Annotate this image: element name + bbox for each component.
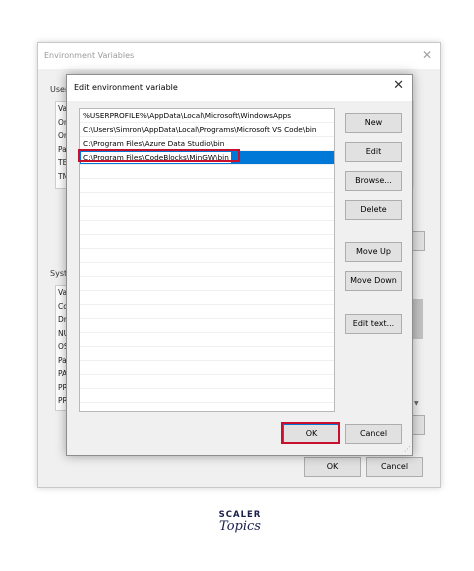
empty-row[interactable] bbox=[80, 403, 334, 417]
empty-row[interactable] bbox=[80, 221, 334, 235]
empty-row[interactable] bbox=[80, 389, 334, 403]
selected-path-highlight bbox=[78, 149, 240, 162]
empty-row[interactable] bbox=[80, 263, 334, 277]
path-item[interactable]: C:\Users\Simron\AppData\Local\Programs\M… bbox=[80, 123, 334, 137]
edit-button[interactable]: Edit bbox=[345, 142, 402, 162]
env-window-title: Environment Variables bbox=[44, 51, 135, 60]
empty-row[interactable] bbox=[80, 249, 334, 263]
empty-row[interactable] bbox=[80, 207, 334, 221]
env-system-button[interactable] bbox=[411, 415, 425, 435]
empty-row[interactable] bbox=[80, 179, 334, 193]
path-item[interactable]: %USERPROFILE%\AppData\Local\Microsoft\Wi… bbox=[80, 109, 334, 123]
empty-row[interactable] bbox=[80, 305, 334, 319]
empty-row[interactable] bbox=[80, 361, 334, 375]
scrollbar-thumb[interactable] bbox=[413, 299, 423, 339]
close-icon[interactable]: ✕ bbox=[393, 79, 404, 93]
empty-row[interactable] bbox=[80, 277, 334, 291]
scaler-topics-logo: SCALER Topics bbox=[200, 510, 280, 550]
logo-bottom-text: Topics bbox=[219, 519, 261, 534]
edit-text-button[interactable]: Edit text... bbox=[345, 314, 402, 334]
browse-button[interactable]: Browse... bbox=[345, 171, 402, 191]
empty-row[interactable] bbox=[80, 165, 334, 179]
edit-titlebar: Edit environment variable ✕ bbox=[67, 75, 412, 101]
empty-row[interactable] bbox=[80, 235, 334, 249]
env-user-button[interactable] bbox=[411, 231, 425, 251]
env-ok-button[interactable]: OK bbox=[304, 457, 361, 477]
resize-grip-icon[interactable]: ⋰ bbox=[404, 445, 411, 453]
cancel-button[interactable]: Cancel bbox=[345, 424, 402, 444]
empty-row[interactable] bbox=[80, 333, 334, 347]
env-close-icon[interactable]: ✕ bbox=[422, 48, 432, 62]
edit-dialog-title: Edit environment variable bbox=[74, 83, 178, 92]
empty-row[interactable] bbox=[80, 193, 334, 207]
user-list-scrollbar[interactable] bbox=[413, 101, 424, 187]
edit-environment-variable-dialog: Edit environment variable ✕ %USERPROFILE… bbox=[66, 74, 413, 456]
empty-row[interactable] bbox=[80, 347, 334, 361]
env-titlebar: Environment Variables ✕ bbox=[38, 43, 440, 69]
delete-button[interactable]: Delete bbox=[345, 200, 402, 220]
new-button[interactable]: New bbox=[345, 113, 402, 133]
scroll-down-icon[interactable]: ▼ bbox=[414, 400, 419, 407]
empty-row[interactable] bbox=[80, 291, 334, 305]
empty-row[interactable] bbox=[80, 375, 334, 389]
move-down-button[interactable]: Move Down bbox=[345, 271, 402, 291]
ok-button-highlight bbox=[281, 422, 340, 444]
empty-row[interactable] bbox=[80, 319, 334, 333]
env-cancel-button[interactable]: Cancel bbox=[366, 457, 423, 477]
move-up-button[interactable]: Move Up bbox=[345, 242, 402, 262]
